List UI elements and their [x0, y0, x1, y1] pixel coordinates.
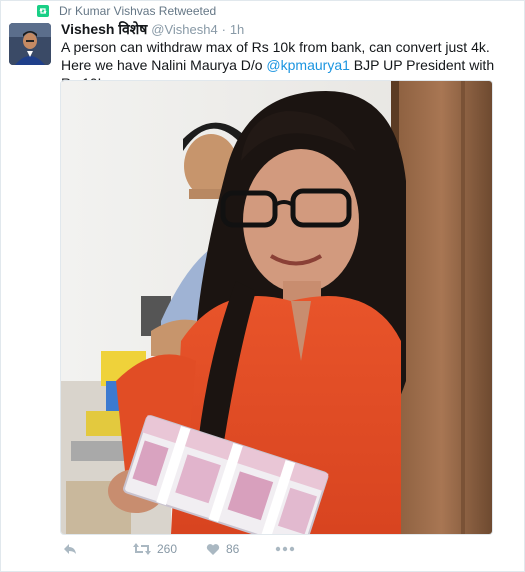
tweet-header: Vishesh विशेष @Vishesh4 · 1h	[61, 20, 244, 39]
retweet-icon	[133, 543, 151, 555]
avatar[interactable]	[9, 23, 51, 65]
like-button[interactable]: 86	[206, 542, 239, 556]
mention-link[interactable]: @kpmaurya1	[266, 57, 349, 73]
retweet-icon	[37, 5, 49, 17]
retweeted-by-bar: Dr Kumar Vishvas Retweeted	[37, 3, 216, 19]
more-icon	[275, 546, 295, 552]
timestamp[interactable]: 1h	[230, 22, 244, 37]
more-button[interactable]	[275, 546, 295, 552]
retweeted-by-label[interactable]: Dr Kumar Vishvas Retweeted	[59, 4, 216, 18]
like-icon	[206, 543, 220, 555]
reply-icon	[64, 544, 76, 554]
like-count: 86	[226, 542, 240, 556]
retweet-count: 260	[157, 542, 178, 556]
tweet-card[interactable]: Dr Kumar Vishvas Retweeted Vishesh विशेष…	[0, 0, 525, 572]
separator-dot: ·	[221, 22, 226, 37]
retweet-button[interactable]: 260	[133, 542, 177, 556]
display-name[interactable]: Vishesh विशेष	[61, 21, 147, 37]
reply-button[interactable]	[63, 542, 77, 556]
tweet-actions: 260 86	[61, 542, 501, 562]
user-handle[interactable]: @Vishesh4	[151, 22, 217, 37]
tweet-photo[interactable]	[60, 80, 493, 535]
